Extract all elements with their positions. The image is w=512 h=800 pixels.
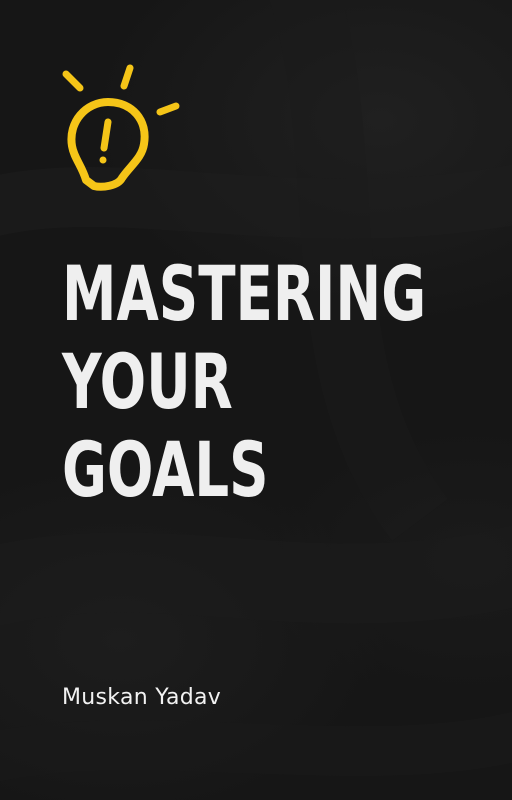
title-line: YOUR <box>62 337 233 426</box>
title-line: GOALS <box>62 425 269 514</box>
title-line: MASTERING <box>62 249 427 338</box>
lightbulb-exclamation-icon <box>62 64 180 191</box>
author-name: Muskan Yadav <box>62 685 222 710</box>
book-cover: MASTERING YOUR GOALS Muskan Yadav <box>0 0 512 800</box>
book-title: MASTERING YOUR GOALS <box>62 249 427 514</box>
